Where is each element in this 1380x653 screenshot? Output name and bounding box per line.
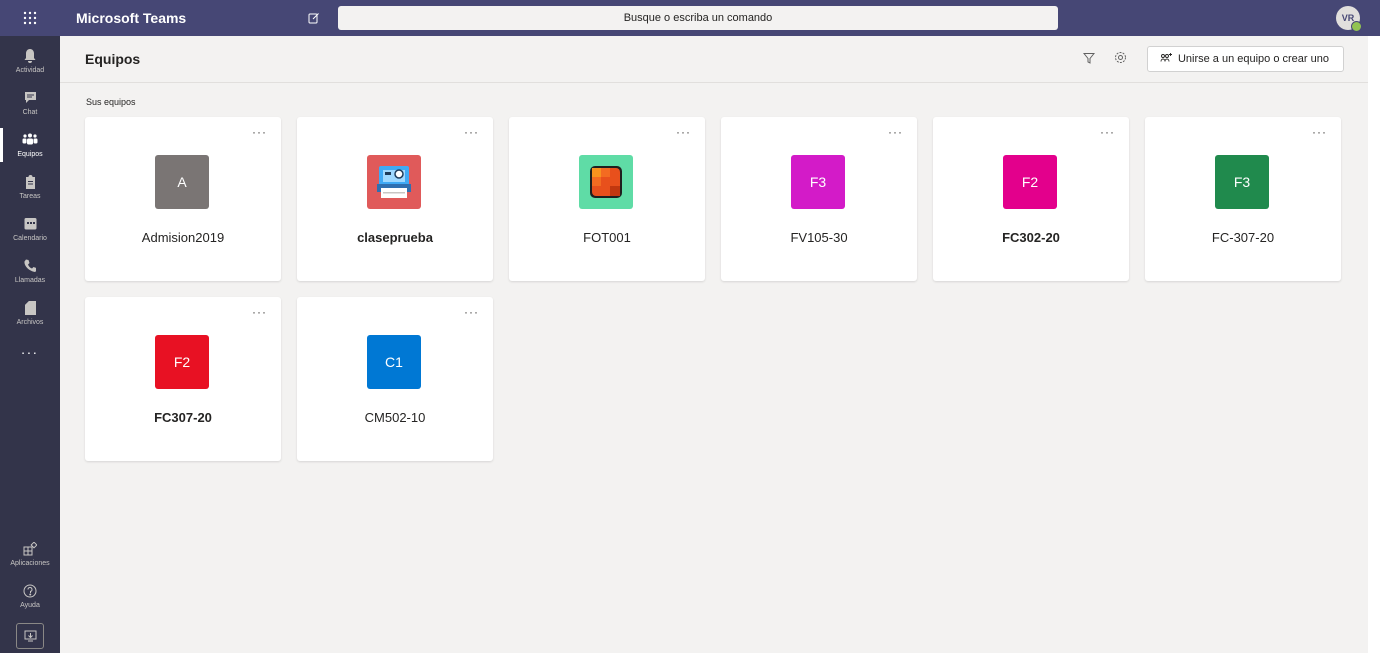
team-card-fc302-20[interactable]: ··· F2 FC302-20 xyxy=(933,117,1129,281)
rail-item-tareas[interactable]: Tareas xyxy=(0,166,60,208)
rail-item-aplicaciones[interactable]: Aplicaciones xyxy=(0,533,60,575)
team-avatar: F3 xyxy=(791,155,845,209)
rail-item-label: Aplicaciones xyxy=(10,559,50,567)
team-card-fv105-30[interactable]: ··· F3 FV105-30 xyxy=(721,117,917,281)
team-avatar: C1 xyxy=(367,335,421,389)
more-options-icon[interactable]: ··· xyxy=(252,305,267,319)
download-icon[interactable] xyxy=(16,623,44,649)
team-card-claseprueba[interactable]: ··· claseprueba xyxy=(297,117,493,281)
rail-item-ayuda[interactable]: Ayuda xyxy=(0,575,60,617)
gear-icon[interactable] xyxy=(1111,51,1131,67)
rail-item-label: Equipos xyxy=(17,150,43,158)
bell-icon xyxy=(24,48,36,65)
team-name: claseprueba xyxy=(357,230,433,245)
rail-item-actividad[interactable]: Actividad xyxy=(0,40,60,82)
more-options-icon[interactable]: ··· xyxy=(464,125,479,139)
team-name: FOT001 xyxy=(583,230,631,245)
calendar-icon xyxy=(24,217,37,233)
page-title: Equipos xyxy=(85,51,141,67)
rail-item-chat[interactable]: Chat xyxy=(0,82,60,124)
rail-item-archivos[interactable]: Archivos xyxy=(0,292,60,334)
assignments-icon xyxy=(25,174,36,191)
team-avatar: F3 xyxy=(1215,155,1269,209)
team-name: Admision2019 xyxy=(141,230,225,245)
rail-item-label: Calendario xyxy=(13,234,47,242)
rail-item-label: Actividad xyxy=(15,66,45,74)
more-options-icon[interactable]: ··· xyxy=(464,305,479,319)
more-options-icon[interactable]: ··· xyxy=(1100,125,1115,139)
more-options-icon[interactable]: ··· xyxy=(252,125,267,139)
printer-icon xyxy=(367,155,421,209)
filter-icon[interactable] xyxy=(1079,52,1099,67)
page-header: Equipos Unirse a un equipo o crear uno xyxy=(60,36,1368,83)
app-title: Microsoft Teams xyxy=(76,10,187,26)
more-apps-icon[interactable]: ... xyxy=(0,334,60,364)
team-avatar: A xyxy=(155,155,209,209)
add-team-icon xyxy=(1160,52,1172,66)
scrollbar[interactable] xyxy=(1368,36,1380,653)
avatar[interactable]: VR xyxy=(1336,6,1362,32)
team-name: FC302-20 xyxy=(1002,230,1060,245)
team-card-admision2019[interactable]: ··· A Admision2019 xyxy=(85,117,281,281)
team-name: FC-307-20 xyxy=(1211,230,1275,245)
help-icon xyxy=(23,584,37,600)
chat-icon xyxy=(24,91,37,107)
team-avatar: F2 xyxy=(155,335,209,389)
team-card-fc-307-20[interactable]: ··· F3 FC-307-20 xyxy=(1145,117,1341,281)
team-card-fc307-20[interactable]: ··· F2 FC307-20 xyxy=(85,297,281,461)
top-bar: Microsoft Teams Busque o escriba un coma… xyxy=(0,0,1380,36)
team-avatar: F2 xyxy=(1003,155,1057,209)
search-input[interactable]: Busque o escriba un comando xyxy=(338,6,1058,30)
rail-item-label: Ayuda xyxy=(20,601,40,609)
app-launcher-icon[interactable] xyxy=(0,0,60,36)
phone-icon xyxy=(24,259,37,275)
rail-item-llamadas[interactable]: Llamadas xyxy=(0,250,60,292)
compose-icon[interactable] xyxy=(304,8,324,28)
rail-bottom: Aplicaciones Ayuda xyxy=(0,533,60,653)
rail-item-label: Archivos xyxy=(16,318,44,326)
rail-item-label: Chat xyxy=(22,108,38,116)
files-icon xyxy=(24,300,36,317)
apps-icon xyxy=(23,540,38,558)
join-or-create-team-button[interactable]: Unirse a un equipo o crear uno xyxy=(1146,46,1344,72)
more-options-icon[interactable]: ··· xyxy=(676,125,691,139)
team-card-cm502-10[interactable]: ··· C1 CM502-10 xyxy=(297,297,493,461)
more-options-icon[interactable]: ··· xyxy=(1312,125,1327,139)
team-card-fot001[interactable]: ··· FOT001 xyxy=(509,117,705,281)
left-rail: Actividad Chat Equipos Tareas Calendario… xyxy=(0,36,60,653)
more-options-icon[interactable]: ··· xyxy=(888,125,903,139)
rail-item-equipos[interactable]: Equipos xyxy=(0,124,60,166)
section-label: Sus equipos xyxy=(86,97,136,107)
rail-item-label: Tareas xyxy=(19,192,41,200)
team-name: FC307-20 xyxy=(154,410,212,425)
team-name: FV105-30 xyxy=(790,230,848,245)
rail-item-calendario[interactable]: Calendario xyxy=(0,208,60,250)
team-name: CM502-10 xyxy=(364,410,426,425)
teams-grid: ··· A Admision2019 ··· claseprueba ··· F… xyxy=(85,117,1375,461)
orange-tile-icon xyxy=(579,155,633,209)
presence-status-icon xyxy=(1351,21,1362,32)
rail-item-label: Llamadas xyxy=(14,276,46,284)
header-tools: Unirse a un equipo o crear uno xyxy=(1079,46,1344,72)
join-button-label: Unirse a un equipo o crear uno xyxy=(1177,53,1329,65)
teams-icon xyxy=(22,133,38,149)
